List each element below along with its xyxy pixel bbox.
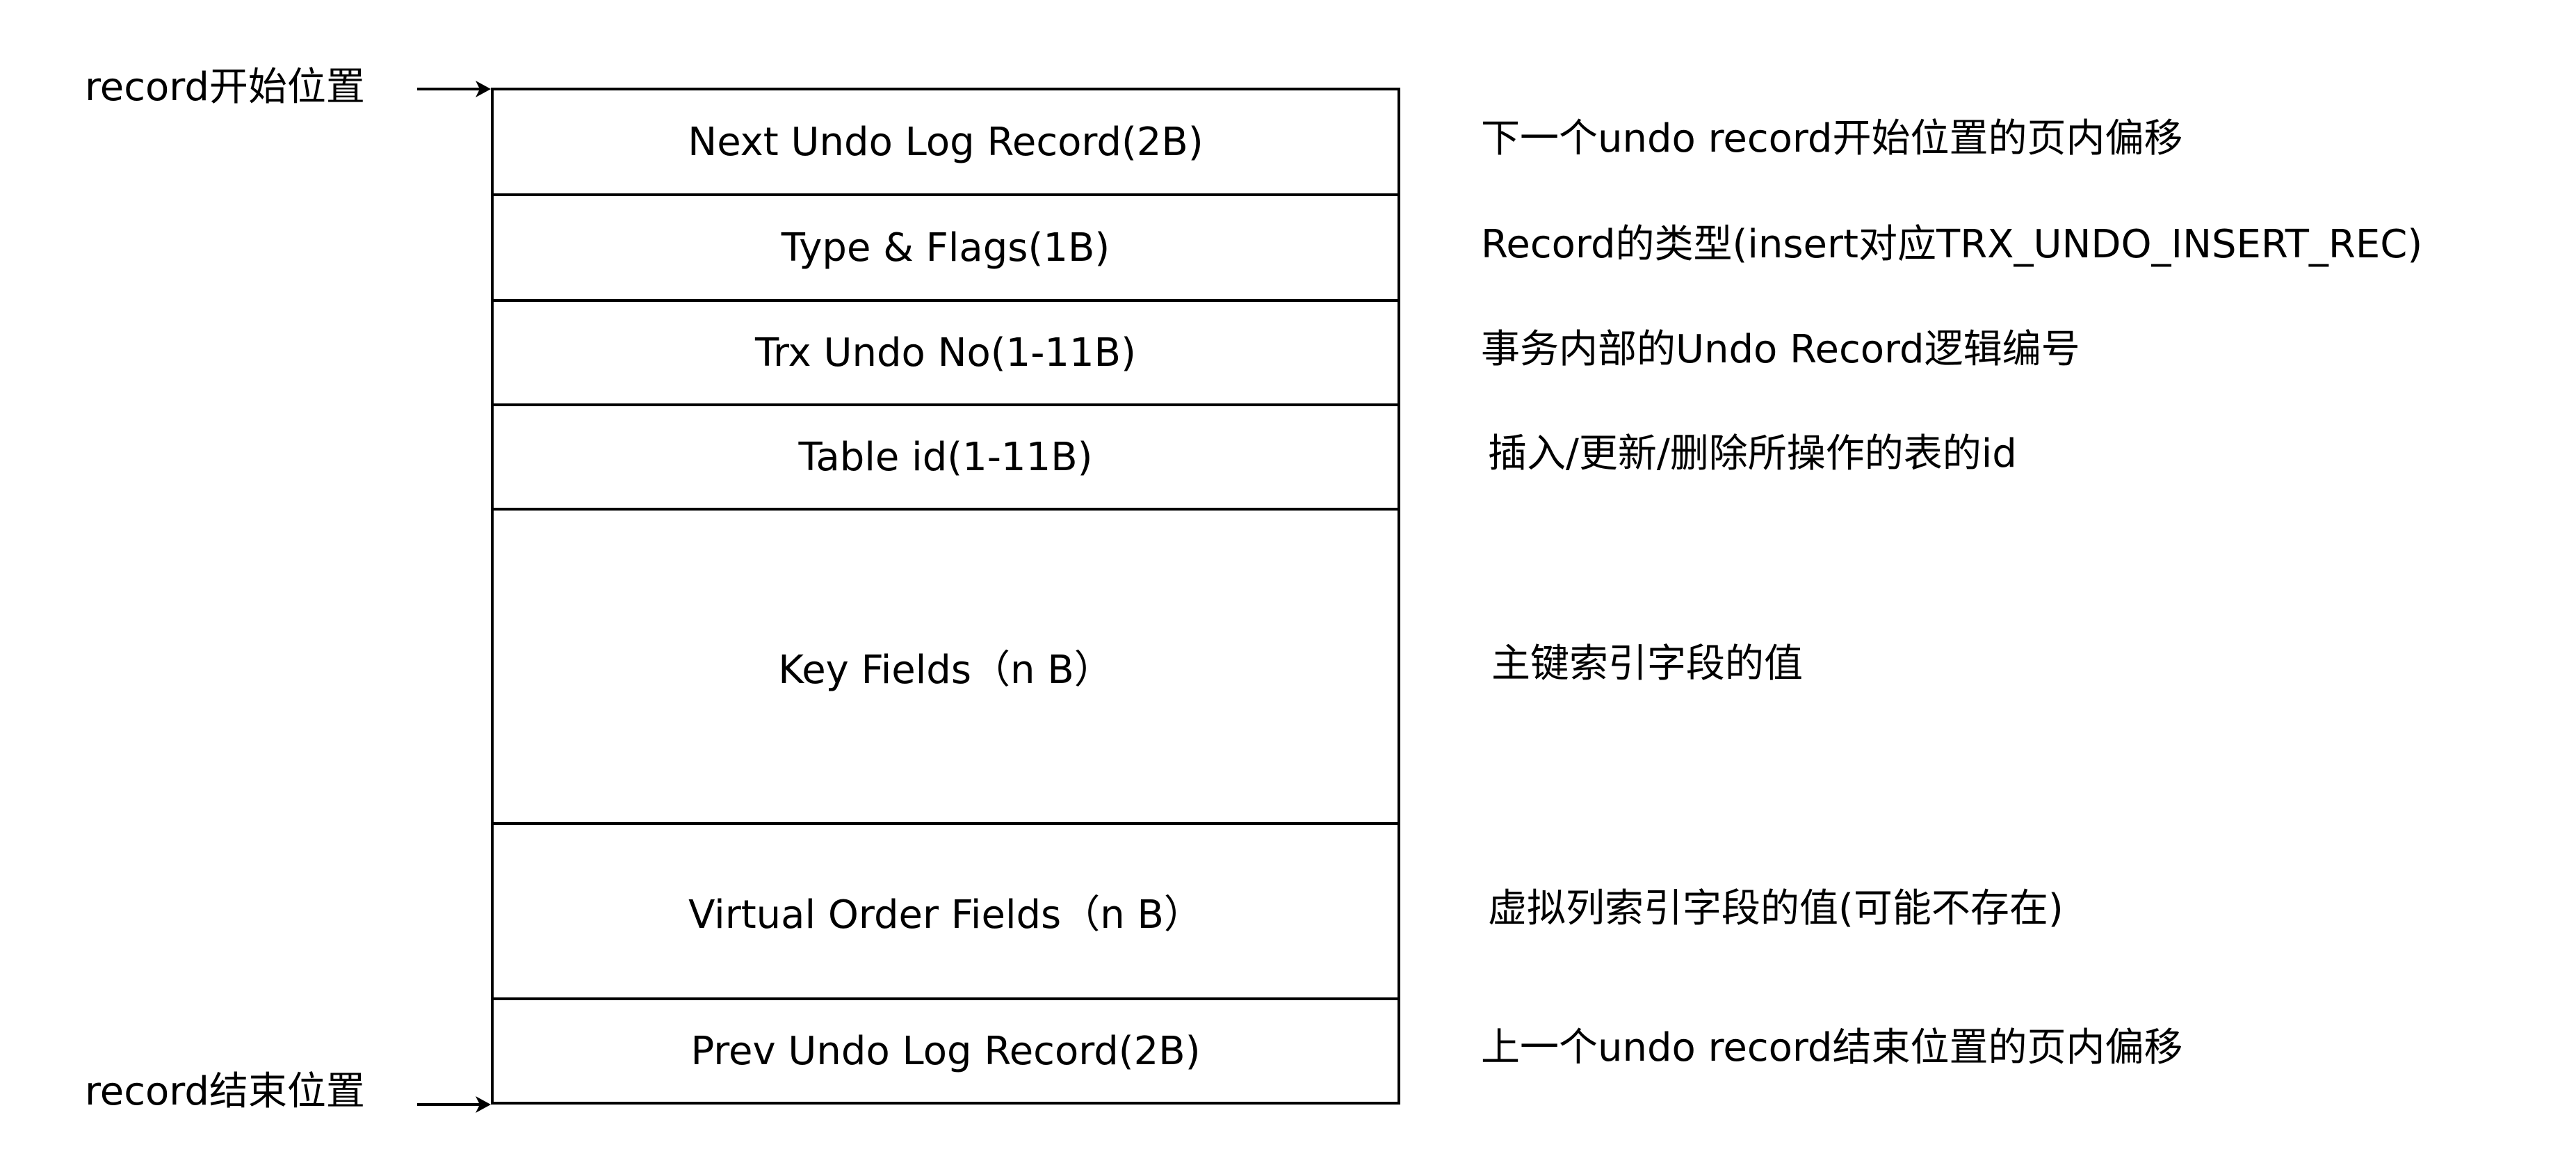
desc-trx-undo-no: 事务内部的Undo Record逻辑编号 bbox=[1481, 327, 2080, 372]
record-start-arrow-icon bbox=[417, 81, 491, 97]
field-label: Key Fields（n B） bbox=[778, 647, 1113, 693]
desc-virtual-order-fields: 虚拟列索引字段的值(可能不存在) bbox=[1488, 886, 2064, 931]
field-prev-undo-log-record: Prev Undo Log Record(2B) bbox=[494, 1000, 1398, 1102]
field-key-fields: Key Fields（n B） bbox=[494, 511, 1398, 825]
field-label: Table id(1-11B) bbox=[798, 434, 1093, 480]
record-start-label: record开始位置 bbox=[85, 65, 365, 110]
field-label: Type & Flags(1B) bbox=[781, 225, 1110, 271]
desc-table-id: 插入/更新/删除所操作的表的id bbox=[1488, 431, 2017, 476]
field-label: Trx Undo No(1-11B) bbox=[755, 330, 1136, 376]
field-table-id: Table id(1-11B) bbox=[494, 406, 1398, 511]
field-next-undo-log-record: Next Undo Log Record(2B) bbox=[494, 90, 1398, 196]
field-label: Prev Undo Log Record(2B) bbox=[690, 1028, 1201, 1074]
desc-next-undo-log-record: 下一个undo record开始位置的页内偏移 bbox=[1481, 116, 2183, 161]
field-label: Next Undo Log Record(2B) bbox=[688, 119, 1204, 165]
desc-key-fields: 主键索引字段的值 bbox=[1491, 641, 1803, 687]
field-virtual-order-fields: Virtual Order Fields（n B） bbox=[494, 825, 1398, 1000]
undo-record-layout: Next Undo Log Record(2B) Type & Flags(1B… bbox=[491, 88, 1400, 1105]
record-end-arrow-icon bbox=[417, 1096, 491, 1113]
field-trx-undo-no: Trx Undo No(1-11B) bbox=[494, 302, 1398, 406]
record-end-label: record结束位置 bbox=[85, 1069, 365, 1114]
field-label: Virtual Order Fields（n B） bbox=[688, 892, 1203, 938]
field-type-flags: Type & Flags(1B) bbox=[494, 196, 1398, 302]
desc-prev-undo-log-record: 上一个undo record结束位置的页内偏移 bbox=[1481, 1025, 2183, 1070]
desc-type-flags: Record的类型(insert对应TRX_UNDO_INSERT_REC) bbox=[1481, 222, 2423, 267]
